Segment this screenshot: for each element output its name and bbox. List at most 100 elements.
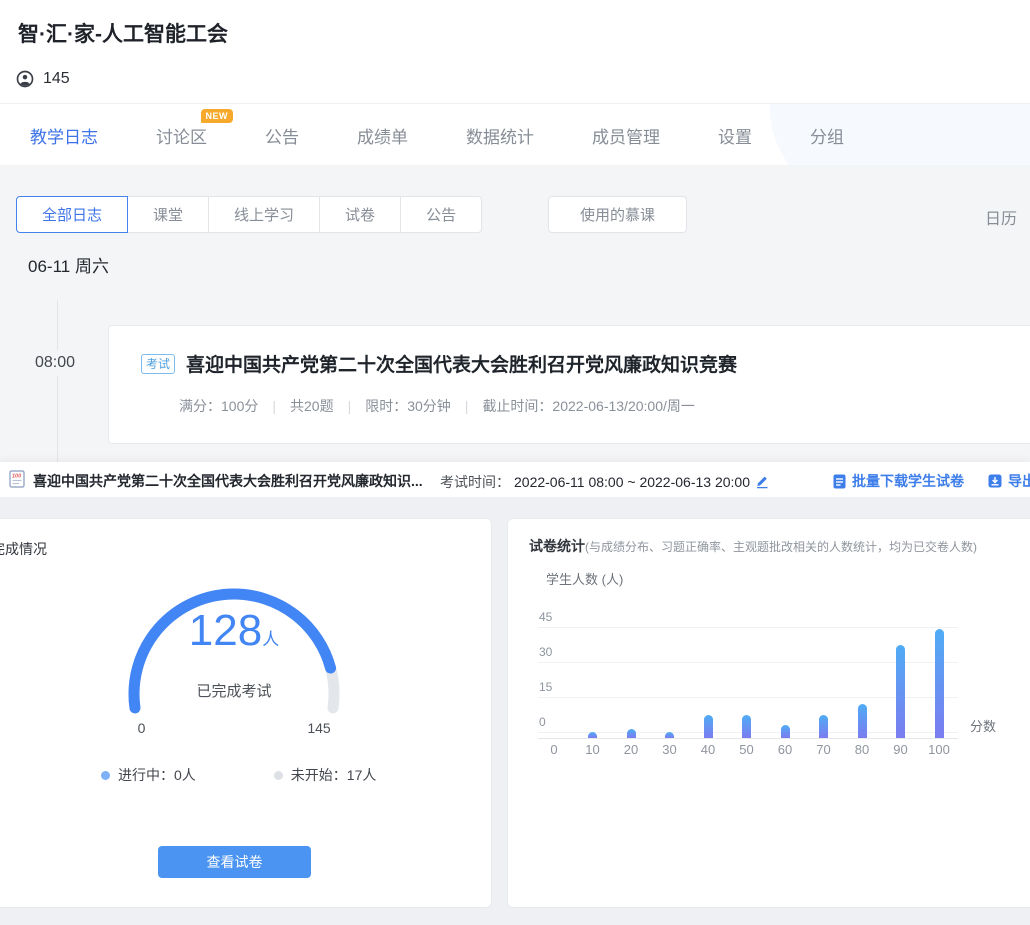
completion-legend: 进行中：0人 未开始：17人	[101, 765, 376, 785]
score-bar	[627, 729, 636, 738]
legend-item: 进行中：0人	[101, 765, 196, 785]
exam-entry-meta: 满分：100分 | 共20题 | 限时：30分钟 | 截止时间：2022-06-13/20:…	[179, 396, 695, 416]
x-tick-label: 30	[655, 742, 685, 757]
edit-pencil-icon[interactable]	[754, 474, 770, 490]
exam-time-value: 2022-06-11 08:00 ~ 2022-06-13 20:00	[514, 474, 750, 490]
tab-bar: 教学日志 讨论区NEW 公告 成绩单 数据统计 成员管理 设置 分组	[0, 103, 1030, 166]
members-icon	[16, 70, 34, 88]
exam-paper-icon: 100	[8, 470, 26, 493]
member-count-value: 145	[43, 70, 70, 88]
exam-type-badge: 考试	[141, 354, 175, 374]
score-bar	[665, 732, 674, 738]
x-tick-label: 90	[886, 742, 916, 757]
timeline-date: 06-11 周六	[28, 252, 109, 277]
y-tick-label: 30	[539, 645, 552, 659]
meta-separator: |	[272, 398, 276, 414]
exam-entry-head: 考试 喜迎中国共产党第二十次全国代表大会胜利召开党风廉政知识竞赛	[141, 350, 737, 377]
score-bar	[704, 715, 713, 738]
gauge-max-label: 145	[299, 720, 339, 736]
tab-讨论区[interactable]: 讨论区NEW	[156, 123, 207, 148]
score-bar	[858, 704, 867, 738]
exam-time: 考试时间： 2022-06-11 08:00 ~ 2022-06-13 20:0…	[440, 472, 770, 492]
batch-download-label: 批量下载学生试卷	[852, 471, 964, 491]
export-download-icon	[988, 474, 1002, 488]
teaching-log-content: 全部日志课堂线上学习试卷公告 使用的慕课 日历 06-11 周六 08:00 考…	[0, 165, 1030, 462]
legend-item: 未开始：17人	[274, 765, 377, 785]
filter-线上学习[interactable]: 线上学习	[208, 196, 320, 233]
filter-公告[interactable]: 公告	[400, 196, 482, 233]
meta-separator: |	[465, 398, 469, 414]
export-label: 导出	[1008, 471, 1030, 491]
x-tick-label: 60	[770, 742, 800, 757]
filter-试卷[interactable]: 试卷	[319, 196, 401, 233]
export-button[interactable]: 导出	[988, 471, 1030, 491]
filter-课堂[interactable]: 课堂	[127, 196, 209, 233]
score-bar	[781, 725, 790, 738]
exam-entry-title[interactable]: 喜迎中国共产党第二十次全国代表大会胜利召开党风廉政知识竞赛	[186, 350, 737, 377]
chart-x-axis-line	[538, 738, 958, 739]
score-bar	[742, 715, 751, 738]
legend-label: 进行中：0人	[118, 765, 196, 785]
meta-separator: |	[348, 398, 352, 414]
y-tick-label: 0	[539, 715, 546, 729]
tab-公告[interactable]: 公告	[265, 123, 299, 148]
batch-download-button[interactable]: 批量下载学生试卷	[833, 471, 964, 491]
x-tick-label: 70	[809, 742, 839, 757]
tab-数据统计[interactable]: 数据统计	[466, 123, 534, 148]
legend-dot-icon	[274, 771, 283, 780]
completed-number: 128	[189, 606, 262, 655]
log-filter-group: 全部日志课堂线上学习试卷公告	[16, 196, 482, 233]
meta-item: 共20题	[290, 398, 334, 414]
tab-分组[interactable]: 分组	[810, 123, 844, 148]
score-bar	[935, 629, 944, 738]
meta-item: 截止时间：2022-06-13/20:00/周一	[482, 398, 694, 414]
gauge-min-label: 0	[129, 720, 154, 736]
completion-panel-title: 完成情况	[0, 539, 47, 559]
filter-全部日志[interactable]: 全部日志	[16, 196, 128, 233]
completed-unit: 人	[262, 630, 279, 649]
course-title: 智·汇·家-人工智能工会	[18, 18, 228, 48]
chart-gridline	[538, 627, 958, 628]
new-badge: NEW	[201, 109, 234, 123]
mooc-filter-button[interactable]: 使用的慕课	[548, 196, 687, 233]
calendar-link[interactable]: 日历	[985, 205, 1017, 229]
completed-count: 128人	[114, 606, 354, 656]
chart-gridline	[538, 697, 958, 698]
view-papers-button[interactable]: 查看试卷	[158, 846, 311, 878]
y-tick-label: 45	[539, 610, 552, 624]
chart-gridline	[538, 662, 958, 663]
completion-gauge: 128人 已完成考试 0 145	[114, 584, 354, 744]
legend-dot-icon	[101, 771, 110, 780]
x-tick-label: 40	[693, 742, 723, 757]
meta-item: 满分：100分	[179, 398, 258, 414]
tab-设置[interactable]: 设置	[718, 123, 752, 148]
svg-text:100: 100	[12, 474, 21, 480]
x-tick-label: 0	[539, 742, 569, 757]
x-tick-label: 20	[616, 742, 646, 757]
member-count: 145	[16, 70, 70, 88]
tab-成绩单[interactable]: 成绩单	[357, 123, 408, 148]
completed-label: 已完成考试	[114, 680, 354, 701]
completion-panel: 完成情况 128人 已完成考试 0 145 进行中：0人 未开始：17人 查看试卷	[0, 518, 492, 908]
timeline-time: 08:00	[28, 350, 82, 376]
tab-bar-items: 教学日志 讨论区NEW 公告 成绩单 数据统计 成员管理 设置 分组	[0, 104, 1030, 166]
document-icon	[833, 474, 846, 489]
score-bar	[896, 645, 905, 738]
exam-bar-title[interactable]: 喜迎中国共产党第二十次全国代表大会胜利召开党风廉政知识...	[33, 471, 423, 491]
tab-成员管理[interactable]: 成员管理	[592, 123, 660, 148]
score-chart-plot: 分数 45 30 15 0 0 10 20 30 40 50 60 70 80 90 100	[508, 519, 1030, 907]
chart-x-axis-title: 分数	[970, 716, 996, 735]
x-tick-label: 100	[924, 742, 954, 757]
legend-label: 未开始：17人	[291, 765, 377, 785]
score-bar	[588, 732, 597, 738]
y-tick-label: 15	[539, 680, 552, 694]
x-tick-label: 50	[732, 742, 762, 757]
exam-action-bar: 100 喜迎中国共产党第二十次全国代表大会胜利召开党风廉政知识... 考试时间：…	[0, 462, 1030, 497]
tab-教学日志[interactable]: 教学日志	[30, 123, 98, 148]
x-tick-label: 80	[847, 742, 877, 757]
exam-entry-card[interactable]: 考试 喜迎中国共产党第二十次全国代表大会胜利召开党风廉政知识竞赛 满分：100分…	[108, 325, 1030, 444]
x-tick-label: 10	[578, 742, 608, 757]
exam-time-label: 考试时间：	[440, 472, 510, 492]
meta-item: 限时：30分钟	[365, 398, 451, 414]
stats-panel: 试卷统计(与成绩分布、习题正确率、主观题批改相关的人数统计，均为已交卷人数) 学…	[507, 518, 1030, 908]
